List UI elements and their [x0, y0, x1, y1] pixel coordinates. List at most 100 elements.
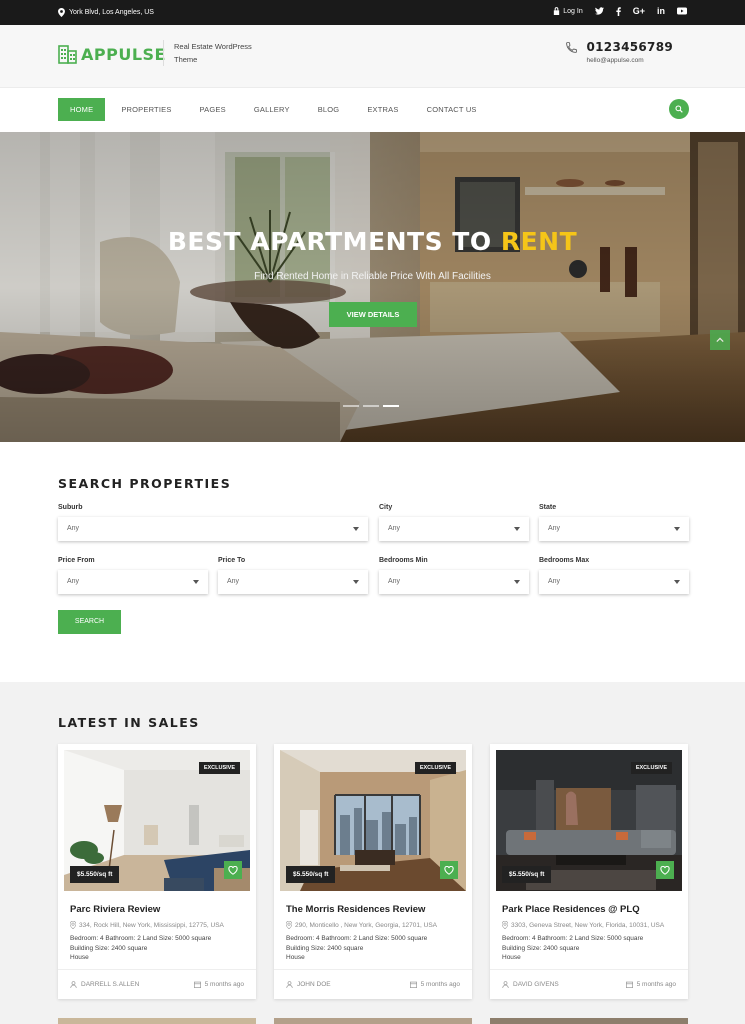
bedrooms-min-label: Bedrooms Min [379, 557, 428, 564]
card-footer: DAVID GIVENS 5 months ago [490, 969, 688, 999]
property-card-peek[interactable] [490, 1018, 688, 1024]
city-select[interactable]: Any [379, 517, 529, 541]
tagline: Real Estate WordPress Theme [163, 40, 263, 66]
site-header: APPULSE Real Estate WordPress Theme 0123… [0, 25, 745, 87]
property-image[interactable]: EXCLUSIVE $5.550/sq ft [496, 750, 682, 891]
search-properties-section: SEARCH PROPERTIES Suburb Any City Any St… [0, 442, 745, 682]
building-size: Building Size: 2400 square [502, 944, 580, 952]
facebook-icon[interactable] [616, 6, 621, 16]
property-card-peek[interactable] [274, 1018, 472, 1024]
login-link[interactable]: Log In [553, 7, 583, 15]
suburb-field: Suburb Any [58, 504, 368, 541]
state-label: State [539, 504, 557, 511]
bedrooms-max-field: Bedrooms Max Any [539, 557, 689, 594]
twitter-icon[interactable] [594, 7, 604, 15]
nav-item-blog[interactable]: BLOG [304, 98, 354, 121]
email-address[interactable]: hello@appulse.com [587, 57, 674, 64]
search-button[interactable]: SEARCH [58, 610, 121, 634]
hero-title-main: BEST APARTMENTS TO [167, 227, 501, 256]
property-address: 3303, Geneva Street, New York, Florida, … [502, 921, 664, 929]
hero-title: BEST APARTMENTS TO RENT [0, 227, 745, 256]
slider-dot-active[interactable] [383, 405, 399, 407]
favorite-button[interactable] [656, 861, 674, 879]
view-details-button[interactable]: VIEW DETAILS [329, 302, 417, 327]
property-title[interactable]: Park Place Residences @ PLQ [502, 904, 640, 915]
nav-item-extras[interactable]: EXTRAS [353, 98, 412, 121]
suburb-select[interactable]: Any [58, 517, 368, 541]
bedrooms-max-select[interactable]: Any [539, 570, 689, 594]
agent-name: DAVID GIVENS [513, 981, 559, 988]
favorite-button[interactable] [224, 861, 242, 879]
state-value: Any [548, 525, 561, 532]
favorite-button[interactable] [440, 861, 458, 879]
property-image[interactable]: EXCLUSIVE $5.550/sq ft [280, 750, 466, 891]
phone-number[interactable]: 0123456789 [587, 40, 674, 54]
property-title[interactable]: Parc Riviera Review [70, 904, 160, 915]
property-image[interactable]: EXCLUSIVE $5.550/sq ft [64, 750, 250, 891]
price-tag: $5.550/sq ft [502, 866, 552, 883]
location-pin-icon [58, 8, 65, 17]
address: York Blvd, Los Angeles, US [58, 8, 154, 17]
nav-item-home[interactable]: HOME [58, 98, 106, 121]
nav-item-pages[interactable]: PAGES [186, 98, 240, 121]
posted-time-text: 5 months ago [636, 981, 676, 988]
nav-item-properties[interactable]: PROPERTIES [107, 98, 185, 121]
agent[interactable]: DAVID GIVENS [502, 981, 559, 988]
bedrooms-min-select[interactable]: Any [379, 570, 529, 594]
property-card[interactable]: EXCLUSIVE $5.550/sq ft Park Place Reside… [490, 744, 688, 999]
sales-heading: LATEST IN SALES [58, 715, 200, 730]
suburb-value: Any [67, 525, 80, 532]
agent[interactable]: JOHN DOE [286, 981, 331, 988]
nav-item-gallery[interactable]: GALLERY [240, 98, 304, 121]
posted-time-text: 5 months ago [204, 981, 244, 988]
card-footer: JOHN DOE 5 months ago [274, 969, 472, 999]
nav-search-button[interactable] [669, 99, 689, 119]
property-card[interactable]: EXCLUSIVE $5.550/sq ft Parc Riviera Revi… [58, 744, 256, 999]
google-plus-icon[interactable]: G+ [633, 6, 645, 16]
site-logo[interactable]: APPULSE [58, 44, 166, 64]
latest-in-sales-section: LATEST IN SALES EXCLUSIVE $5.550/sq ft P… [0, 682, 745, 1024]
chevron-down-icon [353, 580, 359, 584]
address-text: 334, Rock Hill, New York, Mississippi, 1… [79, 921, 224, 929]
heart-icon [660, 865, 670, 875]
city-label: City [379, 504, 393, 511]
card-footer: DARRELL S.ALLEN 5 months ago [58, 969, 256, 999]
address-text: 3303, Geneva Street, New York, Florida, … [511, 921, 665, 929]
bedrooms-min-value: Any [388, 578, 401, 585]
price-to-label: Price To [218, 557, 246, 564]
property-card[interactable]: EXCLUSIVE $5.550/sq ft The Morris Reside… [274, 744, 472, 999]
user-icon [502, 981, 509, 988]
property-card-peek[interactable] [58, 1018, 256, 1024]
chevron-down-icon [674, 580, 680, 584]
city-field: City Any [379, 504, 529, 541]
scroll-top-button[interactable] [710, 330, 730, 350]
posted-time: 5 months ago [625, 981, 676, 988]
chevron-down-icon [193, 580, 199, 584]
youtube-icon[interactable] [677, 7, 687, 15]
price-from-value: Any [67, 578, 80, 585]
state-field: State Any [539, 504, 689, 541]
property-type: House [502, 954, 521, 961]
price-to-value: Any [227, 578, 240, 585]
state-select[interactable]: Any [539, 517, 689, 541]
bedrooms-max-value: Any [548, 578, 561, 585]
agent-name: JOHN DOE [297, 981, 331, 988]
nav-item-contact-us[interactable]: CONTACT US [413, 98, 491, 121]
property-specs: Bedroom: 4 Bathroom: 2 Land Size: 5000 s… [286, 934, 466, 963]
user-icon [286, 981, 293, 988]
price-tag: $5.550/sq ft [70, 866, 120, 883]
linkedin-icon[interactable]: in [657, 6, 665, 16]
hero-slider: BEST APARTMENTS TO RENT Find Rented Home… [0, 132, 745, 442]
price-to-select[interactable]: Any [218, 570, 368, 594]
chevron-down-icon [514, 527, 520, 531]
price-tag: $5.550/sq ft [286, 866, 336, 883]
building-logo-icon [58, 45, 77, 64]
header-contact: 0123456789 hello@appulse.com [565, 40, 674, 64]
property-title[interactable]: The Morris Residences Review [286, 904, 425, 915]
agent[interactable]: DARRELL S.ALLEN [70, 981, 139, 988]
search-icon [675, 105, 683, 113]
slider-dot[interactable] [363, 405, 379, 407]
slider-dot[interactable] [343, 405, 359, 407]
user-icon [70, 981, 77, 988]
price-from-select[interactable]: Any [58, 570, 208, 594]
